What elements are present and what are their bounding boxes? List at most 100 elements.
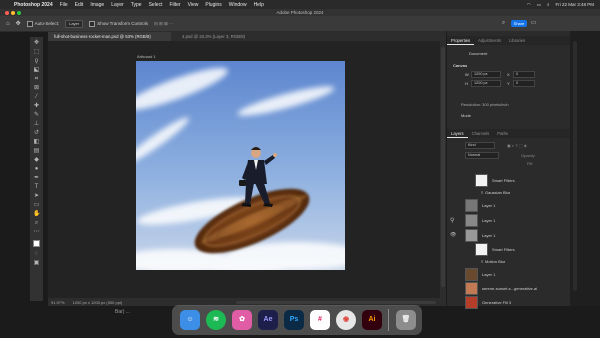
- menu-image[interactable]: Image: [90, 2, 104, 8]
- home-icon[interactable]: ⌂: [6, 21, 10, 27]
- artboard-label[interactable]: Artboard 1: [137, 54, 156, 59]
- y-field[interactable]: 0: [513, 80, 535, 87]
- layer-thumbnail: [465, 267, 478, 281]
- eraser-tool-icon[interactable]: ◧: [33, 139, 40, 146]
- eyedropper-tool-icon[interactable]: ⁄: [33, 94, 40, 101]
- layer-row[interactable]: Layer 1: [459, 267, 569, 281]
- layer-kind-filter[interactable]: Kind: [465, 142, 495, 149]
- tab-layers[interactable]: Layers: [447, 129, 468, 138]
- chrome-icon[interactable]: ◉: [336, 310, 356, 330]
- layer-row[interactable]: Layer 1: [459, 198, 569, 212]
- clone-stamp-tool-icon[interactable]: ⊥: [33, 121, 40, 128]
- layer-row[interactable]: ⚲ Layer 1: [450, 213, 569, 227]
- filter-icons[interactable]: ▣ ◐ T ⬚ ◈: [507, 143, 527, 148]
- photoshop-icon[interactable]: Ps: [284, 310, 304, 330]
- show-transform-checkbox[interactable]: [89, 20, 96, 27]
- path-select-tool-icon[interactable]: ➤: [33, 193, 40, 200]
- healing-brush-tool-icon[interactable]: ✚: [33, 103, 40, 110]
- panel-scrollbar[interactable]: [570, 31, 600, 306]
- menu-edit[interactable]: Edit: [75, 2, 84, 8]
- document-info[interactable]: 1200 px x 1200 px (300 ppi): [73, 300, 123, 305]
- screen-mode-icon[interactable]: ▣: [33, 260, 40, 267]
- type-tool-icon[interactable]: T: [33, 184, 40, 191]
- width-field[interactable]: 1200 px: [471, 71, 501, 78]
- menu-type[interactable]: Type: [131, 2, 142, 8]
- mode-label: Mode: [461, 113, 472, 118]
- shape-tool-icon[interactable]: ▭: [33, 202, 40, 209]
- tab-label: 4.psd @ 33.3% (Layer 3, RGB/8): [182, 34, 246, 39]
- auto-select-checkbox[interactable]: [26, 20, 33, 27]
- hand-tool-icon[interactable]: ✋: [33, 211, 40, 218]
- menu-app-name[interactable]: Photoshop 2024: [14, 2, 53, 8]
- foreground-color-swatch[interactable]: [33, 240, 40, 247]
- crop-tool-icon[interactable]: ⌗: [33, 76, 40, 83]
- align-icons[interactable]: ⊟ ⊞ ⊠ ⋯: [154, 21, 174, 27]
- layer-name: Layer 1: [482, 271, 496, 277]
- spotify-icon[interactable]: ≋: [206, 310, 226, 330]
- workspace-icon[interactable]: ▭: [530, 20, 537, 27]
- menu-select[interactable]: Select: [149, 2, 163, 8]
- search-icon[interactable]: ⌕: [500, 20, 507, 27]
- share-button[interactable]: Share: [511, 20, 527, 27]
- x-field[interactable]: 0: [513, 71, 535, 78]
- menu-layer[interactable]: Layer: [111, 2, 124, 8]
- trash-icon[interactable]: 🗑: [396, 310, 416, 330]
- lasso-tool-icon[interactable]: ϙ: [33, 58, 40, 65]
- dodge-tool-icon[interactable]: ●: [33, 166, 40, 173]
- zoom-tool-icon[interactable]: ⌕: [33, 220, 40, 227]
- menu-file[interactable]: File: [60, 2, 68, 8]
- layer-row[interactable]: Generative Fill 3: [459, 295, 569, 309]
- canvas-section-title[interactable]: Canvas: [453, 63, 467, 68]
- photos-icon[interactable]: ✿: [232, 310, 252, 330]
- tab-paths[interactable]: Paths: [493, 129, 512, 138]
- tab-document-2[interactable]: 4.psd @ 33.3% (Layer 3, RGB/8): [176, 32, 274, 41]
- history-brush-tool-icon[interactable]: ↺: [33, 130, 40, 137]
- horizontal-scrollbar[interactable]: [236, 300, 436, 304]
- tab-libraries[interactable]: Libraries: [505, 36, 529, 45]
- move-tool-icon[interactable]: ✥: [33, 40, 40, 47]
- blur-tool-icon[interactable]: ◆: [33, 157, 40, 164]
- move-tool-icon[interactable]: ✥: [16, 20, 21, 27]
- blend-mode-select[interactable]: Normal: [465, 152, 499, 159]
- illustrator-icon[interactable]: Ai: [362, 310, 382, 330]
- after-effects-label: Ae: [263, 316, 273, 323]
- marquee-tool-icon[interactable]: ⬚: [33, 49, 40, 56]
- tab-label: full-shot-business-rocket-man.psd @ 53% …: [54, 34, 151, 39]
- tab-adjustments[interactable]: Adjustments: [474, 36, 505, 45]
- search-icon[interactable]: ⌕: [547, 2, 550, 8]
- menu-filter[interactable]: Filter: [169, 2, 180, 8]
- frame-tool-icon[interactable]: ⊠: [33, 85, 40, 92]
- menu-view[interactable]: View: [188, 2, 199, 8]
- finder-icon[interactable]: ☺: [180, 310, 200, 330]
- layer-row[interactable]: serene-sunset-s...generative-ai: [459, 281, 569, 295]
- layer-visibility-eye-icon[interactable]: ⚲: [450, 217, 454, 224]
- battery-icon[interactable]: ▭: [537, 2, 541, 8]
- more-tools-icon[interactable]: ⋯: [33, 229, 40, 236]
- gradient-tool-icon[interactable]: ▤: [33, 148, 40, 155]
- slack-icon[interactable]: #: [310, 310, 330, 330]
- zoom-level[interactable]: 91.97%: [51, 300, 65, 305]
- document-canvas[interactable]: [136, 61, 345, 270]
- show-transform-label: Show Transform Controls: [97, 21, 148, 26]
- menu-plugins[interactable]: Plugins: [205, 2, 221, 8]
- tab-channels[interactable]: Channels: [468, 129, 494, 138]
- layer-name: Generative Fill 3: [482, 299, 512, 305]
- layer-visibility-eye-icon[interactable]: 👁: [450, 232, 456, 238]
- menu-window[interactable]: Window: [229, 2, 247, 8]
- height-field[interactable]: 1200 px: [471, 80, 501, 87]
- width-label: W: [465, 72, 469, 77]
- menu-help[interactable]: Help: [254, 2, 264, 8]
- quick-mask-icon[interactable]: ◌: [33, 251, 40, 258]
- auto-select-target-select[interactable]: Layer: [65, 19, 84, 28]
- pen-tool-icon[interactable]: ✒: [33, 175, 40, 182]
- tab-document-1[interactable]: full-shot-business-rocket-man.psd @ 53% …: [48, 32, 171, 41]
- after-effects-icon[interactable]: Ae: [258, 310, 278, 330]
- wifi-icon[interactable]: ◠: [527, 2, 531, 8]
- object-select-tool-icon[interactable]: ⬕: [33, 67, 40, 74]
- brush-tool-icon[interactable]: ✎: [33, 112, 40, 119]
- layers-list: Smart Filters ≡ Gaussian Blur Layer 1 ⚲ …: [447, 170, 571, 309]
- tab-properties[interactable]: Properties: [447, 36, 475, 45]
- fill-label: Fill:: [527, 161, 534, 166]
- layer-row[interactable]: 👁 Layer 1: [450, 228, 569, 242]
- resolution-text: Resolution: 300 pixels/inch: [461, 102, 509, 107]
